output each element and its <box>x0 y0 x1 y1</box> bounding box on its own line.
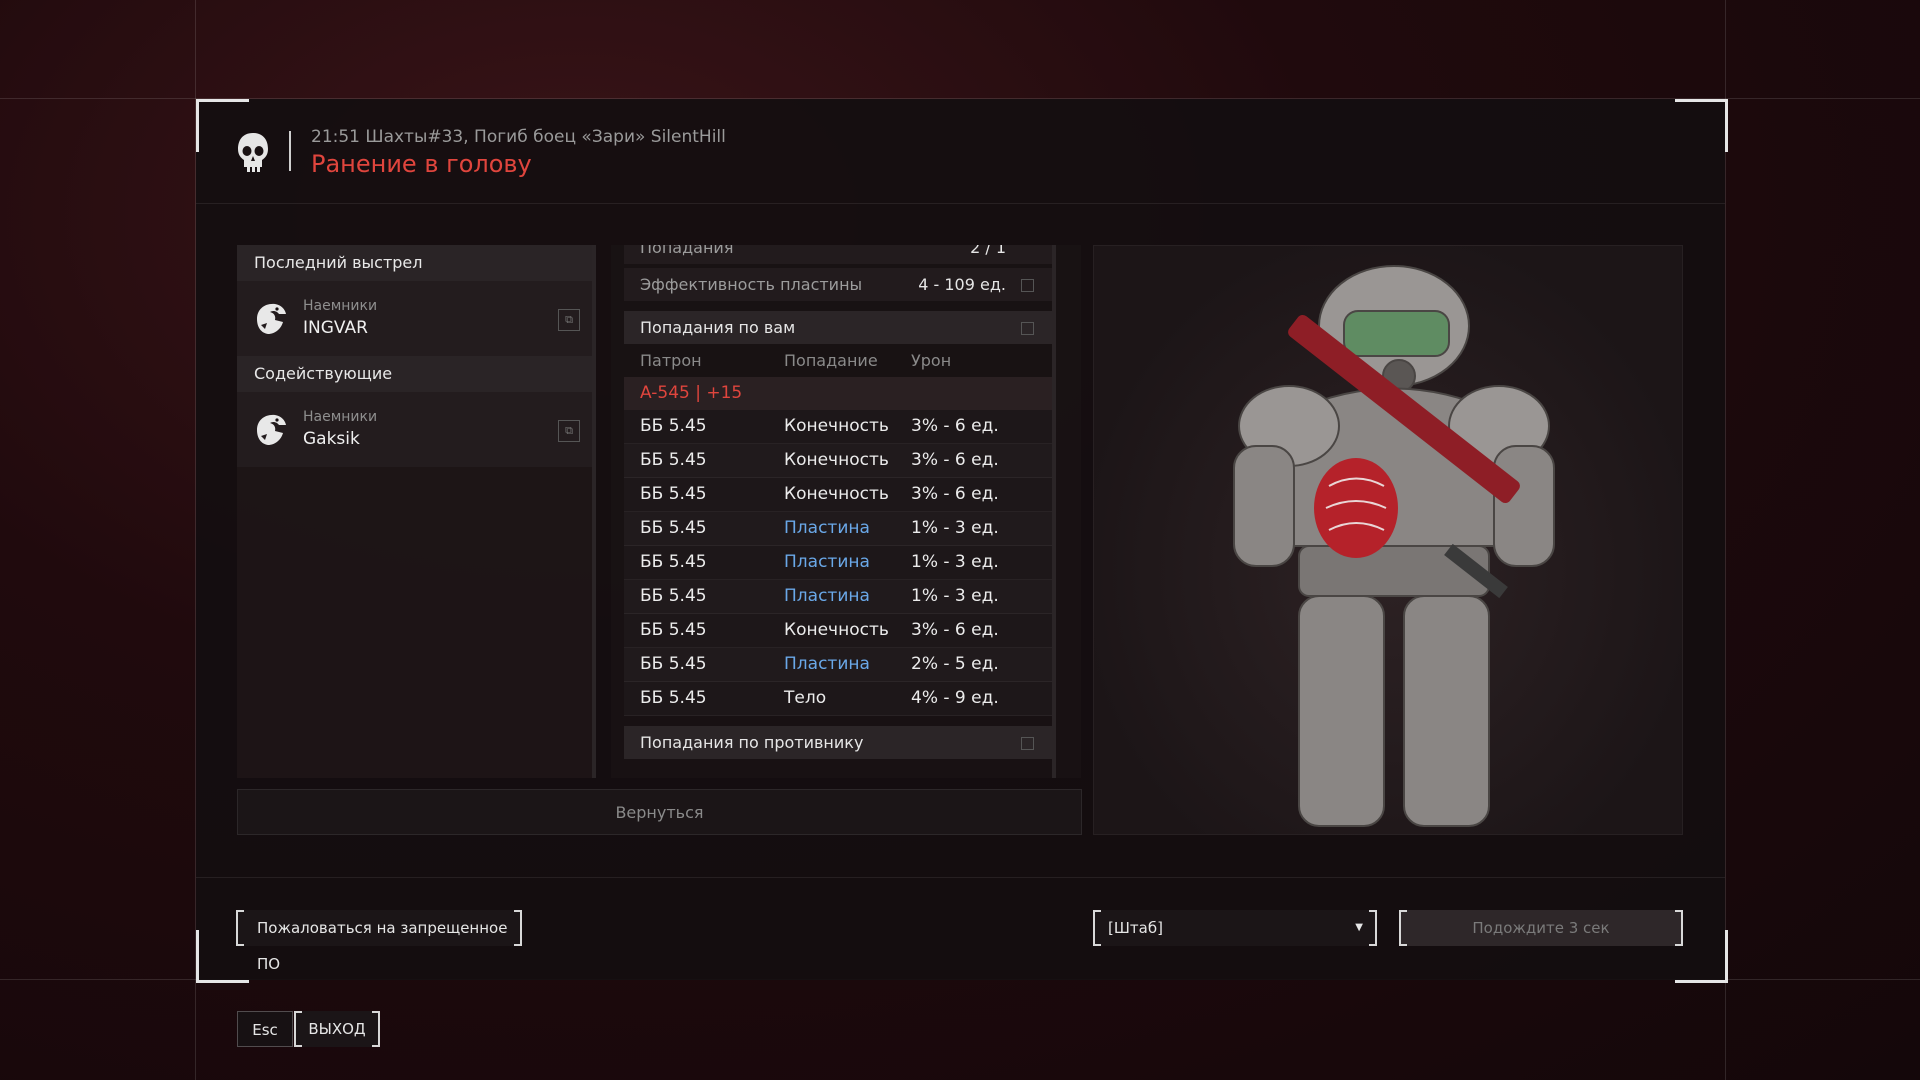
hits-summary-label: Попадания <box>640 245 734 257</box>
hits-summary-row: Попадания 2 / 1 <box>624 245 1052 264</box>
hit-damage: 2% - 5 ед. <box>911 654 999 674</box>
hit-ammo: ББ 5.45 <box>640 586 707 606</box>
report-cheat-button[interactable]: Пожаловаться на запрещенное ПО <box>236 910 522 973</box>
hits-on-enemy-title: Попадания по противнику <box>640 733 864 752</box>
hits-table-header: Патрон Попадание Урон <box>624 344 1052 377</box>
copy-icon[interactable]: ⧉ <box>558 420 580 442</box>
col-ammo: Патрон <box>640 351 702 370</box>
hit-row: ББ 5.45 Пластина 1% - 3 ед. <box>624 512 1052 546</box>
spawn-point-select[interactable]: [Штаб] ▼ <box>1093 910 1377 946</box>
assist-entry[interactable]: Наемники Gaksik ⧉ <box>237 392 596 467</box>
assists-heading: Содействующие <box>237 356 596 392</box>
hit-location: Конечность <box>784 450 889 470</box>
hit-damage: 3% - 6 ед. <box>911 450 999 470</box>
bg-line-right <box>1725 0 1726 1080</box>
hit-damage: 3% - 6 ед. <box>911 484 999 504</box>
hit-ammo: ББ 5.45 <box>640 552 707 572</box>
hit-row: ББ 5.45 Пластина 1% - 3 ед. <box>624 546 1052 580</box>
copy-icon[interactable]: ⧉ <box>558 309 580 331</box>
hits-on-you-header[interactable]: Попадания по вам <box>624 311 1052 344</box>
hit-damage: 4% - 9 ед. <box>911 688 999 708</box>
hit-location: Тело <box>784 688 827 708</box>
hit-damage: 1% - 3 ед. <box>911 586 999 606</box>
respawn-wait-button: Подождите 3 сек <box>1399 910 1683 946</box>
last-shot-heading: Последний выстрел <box>237 245 596 281</box>
killers-scrollbar[interactable] <box>592 245 596 778</box>
hit-row: ББ 5.45 Пластина 1% - 3 ед. <box>624 580 1052 614</box>
killer-model-preview <box>1093 245 1683 835</box>
hit-location: Пластина <box>784 552 870 572</box>
col-hit: Попадание <box>784 351 878 370</box>
spawn-point-value: [Штаб] <box>1108 919 1163 937</box>
dropdown-arrow-icon: ▼ <box>1355 922 1363 933</box>
hit-ammo: ББ 5.45 <box>640 416 707 436</box>
hit-ammo: ББ 5.45 <box>640 654 707 674</box>
hit-location: Конечность <box>784 484 889 504</box>
hits-on-you-title: Попадания по вам <box>640 318 796 337</box>
death-cause-title: Ранение в голову <box>311 150 532 178</box>
assist-name: Gaksik <box>303 429 360 449</box>
assist-faction: Наемники <box>303 409 378 425</box>
hit-row: ББ 5.45 Конечность 3% - 6 ед. <box>624 444 1052 478</box>
hit-row: ББ 5.45 Тело 4% - 9 ед. <box>624 682 1052 716</box>
hit-damage: 3% - 6 ед. <box>911 416 999 436</box>
hit-ammo: ББ 5.45 <box>640 620 707 640</box>
hits-table-body: ББ 5.45 Конечность 3% - 6 ед. ББ 5.45 Конечн… <box>624 410 1052 716</box>
hit-details-panel: Попадания 2 / 1 Эффективность пластины 4… <box>611 245 1081 778</box>
esc-key-hint[interactable]: Esc <box>237 1011 293 1047</box>
skull-icon <box>238 133 268 172</box>
hit-damage: 1% - 3 ед. <box>911 518 999 538</box>
hit-row: ББ 5.45 Пластина 2% - 5 ед. <box>624 648 1052 682</box>
hit-ammo: ББ 5.45 <box>640 450 707 470</box>
collapse-icon[interactable] <box>1021 322 1034 335</box>
killer-faction: Наемники <box>303 298 378 314</box>
hit-ammo: ББ 5.45 <box>640 688 707 708</box>
hit-row: ББ 5.45 Конечность 3% - 6 ед. <box>624 478 1052 512</box>
eagle-faction-icon <box>257 303 286 334</box>
hit-ammo: ББ 5.45 <box>640 518 707 538</box>
hit-location: Конечность <box>784 416 889 436</box>
header-divider <box>289 131 291 171</box>
hit-row: ББ 5.45 Конечность 3% - 6 ед. <box>624 410 1052 444</box>
plate-efficiency-row: Эффективность пластины 4 - 109 ед. <box>624 268 1052 301</box>
hit-damage: 3% - 6 ед. <box>911 620 999 640</box>
exit-button[interactable]: ВЫХОД <box>294 1011 380 1047</box>
footer-separator <box>196 877 1725 878</box>
info-icon[interactable] <box>1021 279 1034 292</box>
plate-efficiency-value: 4 - 109 ед. <box>918 275 1006 294</box>
death-event-line: 21:51 Шахты#33, Погиб боец «Зари» Silent… <box>311 127 726 147</box>
hits-summary-value: 2 / 1 <box>970 245 1006 257</box>
hit-location: Пластина <box>784 654 870 674</box>
expand-icon[interactable] <box>1021 737 1034 750</box>
hit-location: Пластина <box>784 518 870 538</box>
soldier-model-image <box>1233 265 1555 827</box>
col-damage: Урон <box>911 351 952 370</box>
hits-scrollbar[interactable] <box>1052 245 1056 778</box>
plate-efficiency-label: Эффективность пластины <box>640 275 863 294</box>
hit-location: Конечность <box>784 620 889 640</box>
weapon-row: A-545 | +15 <box>624 377 1052 410</box>
killer-entry[interactable]: Наемники INGVAR ⧉ <box>237 281 596 356</box>
hit-location: Пластина <box>784 586 870 606</box>
hit-damage: 1% - 3 ед. <box>911 552 999 572</box>
killer-name: INGVAR <box>303 318 368 338</box>
eagle-faction-icon <box>257 414 286 445</box>
hits-on-enemy-header[interactable]: Попадания по противнику <box>624 726 1052 759</box>
hit-ammo: ББ 5.45 <box>640 484 707 504</box>
hit-row: ББ 5.45 Конечность 3% - 6 ед. <box>624 614 1052 648</box>
back-button[interactable]: Вернуться <box>237 789 1082 835</box>
killers-panel: Последний выстрел Наемники INGVAR ⧉ Соде… <box>237 245 596 778</box>
